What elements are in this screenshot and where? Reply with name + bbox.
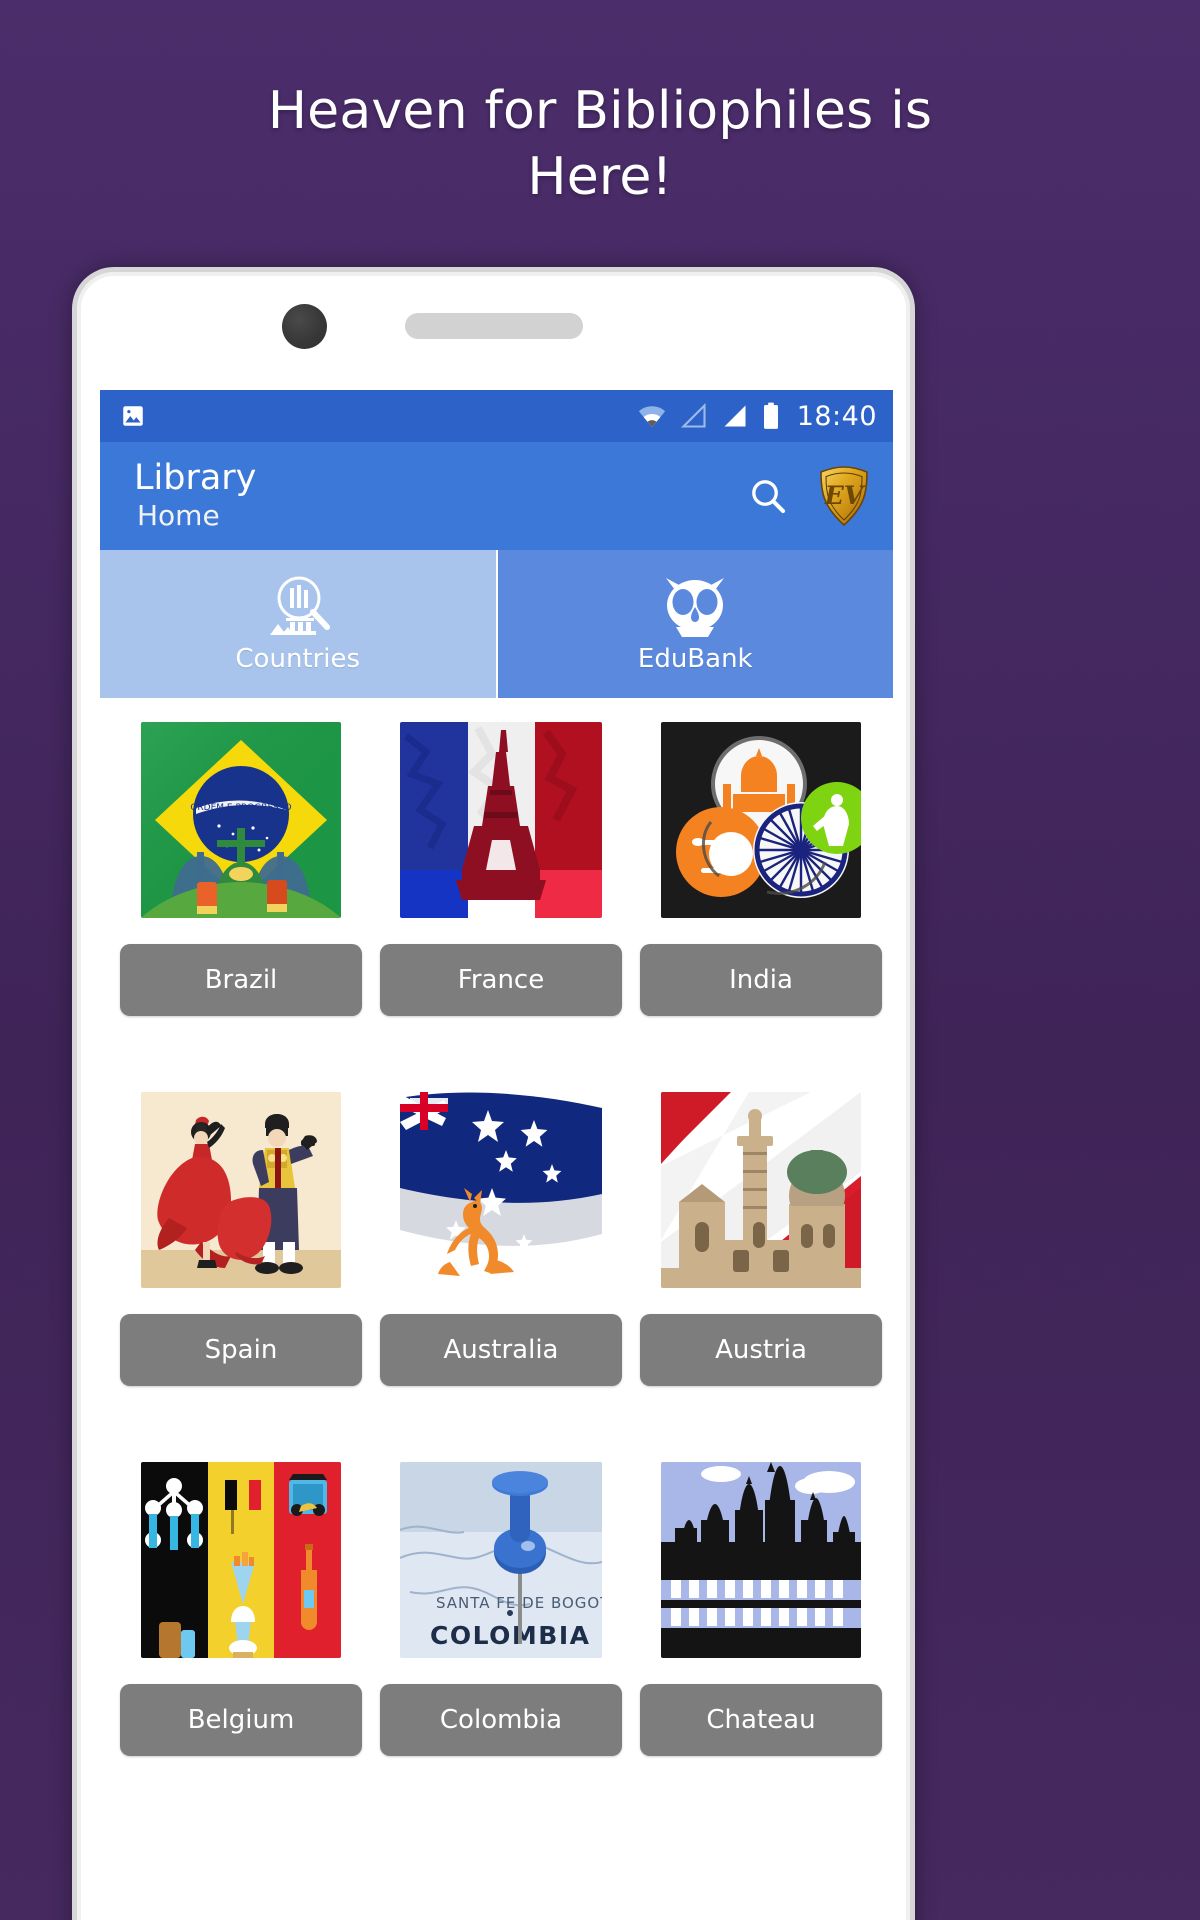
country-card-brazil[interactable]: ORDEM E PROGRESSO Brazil	[120, 722, 362, 1016]
country-grid-row: ORDEM E PROGRESSO Brazil France India	[120, 722, 882, 1016]
country-card-australia[interactable]: Australia	[380, 1092, 622, 1386]
france-flag-eiffel-tower[interactable]	[400, 722, 602, 918]
india-taj-mahal-chakra[interactable]	[661, 722, 861, 918]
country-label-brazil[interactable]: Brazil	[120, 944, 362, 1016]
page-subtitle: Home	[137, 498, 220, 532]
belgium-flag-atomium[interactable]	[141, 1462, 341, 1658]
status-bar-right: 18:40	[637, 401, 877, 432]
ev-shield-logo[interactable]: EV	[817, 466, 871, 526]
country-card-austria[interactable]: Austria	[640, 1092, 882, 1386]
country-card-belgium[interactable]: Belgium	[120, 1462, 362, 1756]
phone-screen: 18:40 Library Home EV Countries EduBank …	[100, 390, 893, 1920]
app-bar-titles: Library Home	[134, 458, 256, 535]
promo-heading-line-2: Here!	[527, 147, 673, 208]
country-label-india[interactable]: India	[640, 944, 882, 1016]
country-grid: ORDEM E PROGRESSO Brazil France India Sp…	[100, 698, 893, 1756]
magnifier-building-icon	[260, 574, 336, 638]
country-label-austria[interactable]: Austria	[640, 1314, 882, 1386]
owl-icon	[656, 574, 734, 638]
front-camera-icon	[282, 304, 327, 349]
promo-heading-line-1: Heaven for Bibliophiles is	[267, 81, 933, 141]
status-bar: 18:40	[100, 390, 893, 442]
country-card-france[interactable]: France	[380, 722, 622, 1016]
country-label-france[interactable]: France	[380, 944, 622, 1016]
svg-text:EV: EV	[824, 481, 866, 510]
status-bar-clock: 18:40	[796, 400, 877, 432]
svg-text:ORDEM E PROGRESSO: ORDEM E PROGRESSO	[190, 803, 291, 813]
signal-empty-icon	[680, 403, 708, 429]
app-bar: Library Home EV	[100, 442, 893, 550]
colombia-map-pin[interactable]: SANTA FE DE BOGOT COLOMBIA	[400, 1462, 602, 1658]
country-label-chateau[interactable]: Chateau	[640, 1684, 882, 1756]
country-label-australia[interactable]: Australia	[380, 1314, 622, 1386]
country-card-spain[interactable]: Spain	[120, 1092, 362, 1386]
chateau-silhouette[interactable]	[661, 1462, 861, 1658]
tab-countries-label: Countries	[235, 644, 361, 674]
page-title: Library	[134, 457, 257, 498]
earpiece-speaker	[405, 313, 583, 339]
country-grid-row: Spain Australia Austria	[120, 1092, 882, 1386]
app-bar-actions: EV	[747, 466, 871, 526]
australia-flag-kangaroo[interactable]	[400, 1092, 602, 1288]
wifi-icon	[637, 403, 667, 429]
country-card-india[interactable]: India	[640, 722, 882, 1016]
phone-bezel: 18:40 Library Home EV Countries EduBank …	[77, 272, 910, 1920]
brazil-flag-christ-redeemer[interactable]: ORDEM E PROGRESSO	[141, 722, 341, 918]
country-card-chateau[interactable]: Chateau	[640, 1462, 882, 1756]
country-label-belgium[interactable]: Belgium	[120, 1684, 362, 1756]
country-card-colombia[interactable]: SANTA FE DE BOGOT COLOMBIA	[380, 1462, 622, 1756]
status-bar-left	[120, 403, 146, 429]
row-spacer	[120, 1386, 873, 1462]
battery-icon	[762, 402, 780, 430]
austria-flag-karlskirche[interactable]	[661, 1092, 861, 1288]
country-grid-row: Belgium SANTA FE DE BOGO COLOMBIA Colomb…	[120, 1462, 882, 1756]
signal-full-icon	[721, 403, 749, 429]
phone-mockup: 18:40 Library Home EV Countries EduBank …	[72, 267, 915, 1920]
promo-heading: Heaven for Bibliophiles is Here!	[0, 78, 1200, 210]
row-spacer	[120, 1016, 873, 1092]
country-label-colombia[interactable]: Colombia	[380, 1684, 622, 1756]
tab-bar: Countries EduBank	[100, 550, 893, 698]
tab-edubank[interactable]: EduBank	[495, 550, 893, 698]
tab-edubank-label: EduBank	[637, 644, 753, 674]
svg-text:COLOMBIA: COLOMBIA	[430, 1621, 590, 1650]
search-icon[interactable]	[747, 475, 789, 517]
country-label-spain[interactable]: Spain	[120, 1314, 362, 1386]
image-icon	[120, 403, 146, 429]
tab-countries[interactable]: Countries	[100, 550, 496, 698]
spain-flamenco-matador[interactable]	[141, 1092, 341, 1288]
